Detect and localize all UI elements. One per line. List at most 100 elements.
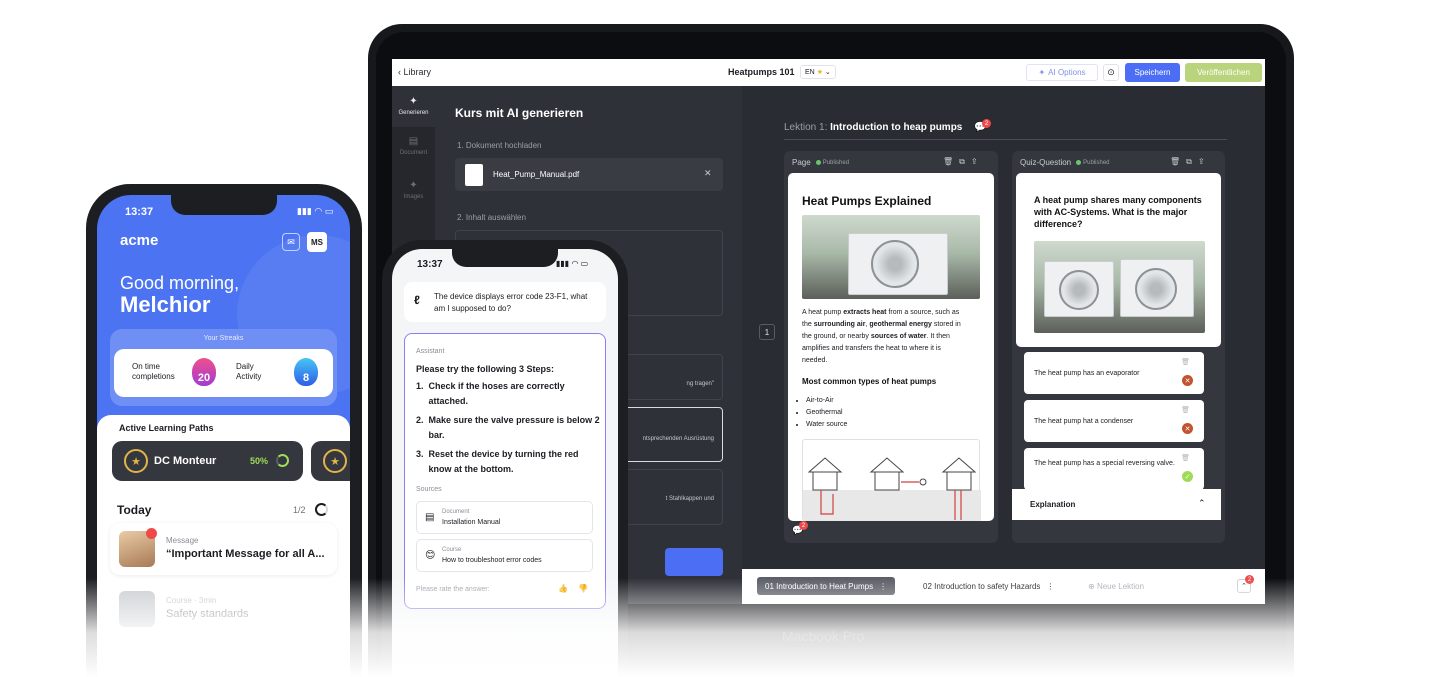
pin-icon [146,528,157,539]
heat-pump-types: Air-to-AirGeothermalWater source [806,395,847,431]
divider [784,139,1227,140]
wrong-mark-icon[interactable]: ✕ [1182,375,1193,386]
uploaded-file[interactable]: Heat_Pump_Manual.pdf ✕ [455,158,723,191]
language-select[interactable]: EN ★ ⌄ [800,65,836,79]
trash-icon[interactable]: 🗑 [943,157,959,166]
publish-button[interactable]: Veröffentlichen [1185,63,1262,82]
page-column: Page Published 🗑⧉⇪ Heat Pumps Explained … [784,151,998,543]
course-card[interactable]: Course · 3min Safety standards [110,583,337,635]
trash-icon[interactable]: 🗑 [1181,358,1190,366]
page-card[interactable]: Heat Pumps Explained A heat pump extract… [788,173,994,521]
answer-option[interactable]: The heat pump hat a condenser 🗑 ✕ [1024,400,1204,442]
rail-item-images[interactable]: ✦ Images [392,180,435,200]
quiz-column-header: Quiz-Question Published [1020,158,1110,167]
source-document[interactable]: ▤ Document Installation Manual [416,501,593,534]
section-title: Active Learning Paths [119,423,214,433]
ac-unit [1120,259,1194,317]
top-bar: ‹ Library Heatpumps 101 EN ★ ⌄ ✦ AI Optio… [392,59,1265,86]
wrong-mark-icon[interactable]: ✕ [1182,423,1193,434]
more-icon[interactable]: ⋮ [879,582,887,591]
chevron-down-icon: ⌄ [824,69,831,76]
plus-icon: ⊕ [1088,582,1095,591]
trash-icon[interactable]: 🗑 [1170,157,1186,166]
on-time-label: On time completions [132,362,175,381]
assistant-answer: Assistant Please try the following 3 Ste… [404,333,606,609]
ai-options-button[interactable]: ✦ AI Options [1026,64,1098,81]
trash-icon[interactable]: 🗑 [1181,454,1190,462]
panel-title: Kurs mit AI generieren [455,106,584,120]
thumbs-up-icon[interactable]: 👍 [558,584,578,593]
back-link[interactable]: ‹ Library [398,67,431,77]
course-thumbnail [119,591,155,627]
trash-icon[interactable]: 🗑 [1181,406,1190,414]
mail-button[interactable]: ✉ [282,233,300,251]
more-icon[interactable]: ⋮ [1046,582,1054,591]
answer-option[interactable]: The heat pump has a special reversing va… [1024,448,1204,490]
answer-intro: Please try the following 3 Steps: [416,364,555,374]
notification-badge: 2 [1245,575,1254,584]
battery-icon: ▭ [324,206,334,216]
comment-badge: 2 [799,521,808,530]
explanation-toggle[interactable]: Explanation ⌃ [1012,489,1221,520]
share-icon[interactable]: ⇪ [971,157,984,166]
list-item: Water source [806,419,847,431]
message-card[interactable]: Message “Important Message for all A... [110,523,337,575]
phone-notch [171,195,277,215]
user-question: ℓ The device displays error code 23-F1, … [404,282,606,322]
mail-icon: ✉ [287,236,295,247]
correct-mark-icon[interactable]: ✓ [1182,471,1193,482]
answer-option[interactable]: The heat pump has an evaporator 🗑 ✕ [1024,352,1204,394]
status-dot [815,160,821,165]
flame-icon: 20 [192,358,216,386]
body-segment: A heat pump [802,309,844,316]
share-icon[interactable]: ⇪ [1198,157,1211,166]
step-number: 1. [416,381,424,391]
phone-left-screen: 13:37 ▮▮▮ ◠ ▭ acme ✉ MS Good morning, Me… [97,195,350,677]
pdf-thumbnail [465,164,483,186]
thumbs-down-icon[interactable]: 👎 [578,584,598,593]
copy-icon[interactable]: ⧉ [1186,157,1198,166]
rail-item-document[interactable]: ▤ Document [392,136,435,156]
streaks-card[interactable]: On time completions 20 Daily Activity 8 [114,349,333,397]
generate-button[interactable] [665,548,723,576]
status-time: 13:37 [125,206,154,218]
signal-icon: ▮▮▮ [556,259,570,268]
phone-middle-screen: 13:37 ▮▮▮ ◠ ▭ ℓ The device displays erro… [392,249,618,677]
step-select-label: 2. Inhalt auswählen [457,213,526,222]
lesson-tab-2[interactable]: 02 Introduction to safety Hazards ⋮ [915,577,1062,595]
save-button[interactable]: Speichern [1125,63,1180,82]
remove-file-icon[interactable]: ✕ [704,168,712,179]
status-badge: Published [1076,160,1110,166]
chevron-up-icon: ⌃ [1198,498,1206,508]
daily-label: Daily Activity [236,362,262,381]
avatar[interactable]: MS [307,232,327,252]
list-item: Geothermal [806,407,847,419]
question-text: The device displays error code 23-F1, wh… [434,292,588,313]
body-segment: geothermal energy [869,321,932,328]
course-title: Heatpumps 101 [728,67,795,77]
source-course[interactable]: 😊 Course How to troubleshoot error codes [416,539,593,572]
course-canvas: Lektion 1: Introduction to heap pumps 💬 … [742,86,1265,604]
learning-path-card[interactable]: ★ [311,441,350,481]
body-segment: sources of water [870,333,927,340]
status-badge: Published [815,160,849,166]
streaks-title: Your Streaks [203,335,244,342]
step-text: Make sure the valve pressure is below 2 … [428,415,600,440]
learning-path-card[interactable]: ★ DC Monteur 50% [112,441,303,481]
target-button[interactable]: ⊙ [1103,64,1119,81]
phone-notch [452,249,558,267]
ac-unit [848,233,948,295]
sources-label: Sources [416,486,442,493]
lesson-tab-1[interactable]: 01 Introduction to Heat Pumps ⋮ [757,577,896,595]
new-lesson-button[interactable]: ⊕ Neue Lektion [1088,582,1144,591]
column-actions: 🗑⧉⇪ [1170,157,1211,167]
quiz-question: A heat pump shares many components with … [1034,195,1202,229]
column-actions: 🗑⧉⇪ [943,157,984,167]
copy-icon[interactable]: ⧉ [959,157,971,166]
rail-item-generate[interactable]: ✦ Generieren [392,86,435,127]
page-number[interactable]: 1 [759,324,775,340]
quiz-question-card[interactable]: A heat pump shares many components with … [1016,173,1221,347]
answer-steps: 1. Check if the hoses are correctly attac… [416,379,602,481]
star-badge-icon: ★ [323,449,347,473]
body-segment: surrounding air [813,321,866,328]
